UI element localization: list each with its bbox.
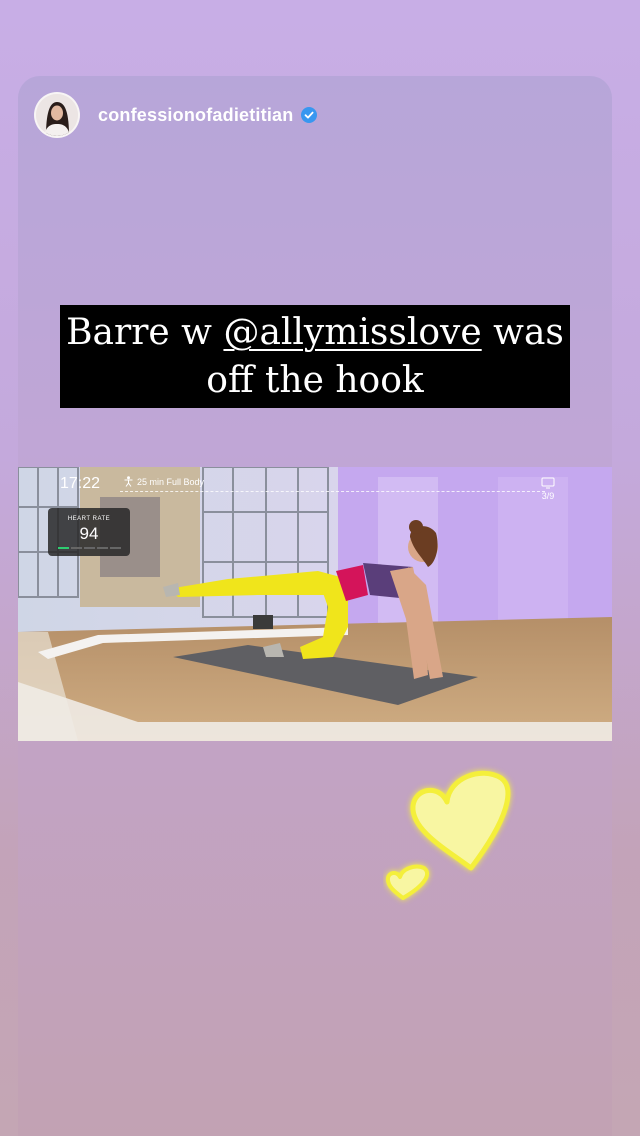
username[interactable]: confessionofadietitian xyxy=(98,105,293,126)
caption-line-2: off the hook xyxy=(206,360,424,401)
caption-line-1: Barre w @allymisslove was xyxy=(60,309,570,357)
class-title: 25 min Full Body xyxy=(124,476,204,487)
verified-badge-icon xyxy=(301,107,318,123)
heart-rate-value: 94 xyxy=(79,524,99,543)
class-name: 25 min Full Body xyxy=(137,476,205,487)
heart-rate-label: HEART RATE xyxy=(67,516,111,522)
screen-icon xyxy=(541,477,555,489)
person-icon xyxy=(124,476,133,487)
story-card: confessionofadietitian Barre w @allymiss… xyxy=(18,76,612,1136)
video-time: 17:22 xyxy=(60,475,101,492)
story-caption: Barre w @allymisslove was off the hook xyxy=(60,305,570,408)
avatar[interactable] xyxy=(34,92,80,138)
indicator-value: 3/9 xyxy=(541,491,555,501)
heart-rate-panel: HEART RATE 94 xyxy=(48,508,130,556)
story-header[interactable]: confessionofadietitian xyxy=(34,91,318,139)
progress-line xyxy=(120,491,545,493)
caption-text: was xyxy=(481,312,564,353)
mention-link[interactable]: @allymisslove xyxy=(223,312,481,353)
heart-rate-zone-bar xyxy=(48,547,130,549)
screen-indicator: 3/9 xyxy=(541,477,555,501)
workout-video-frame: 17:22 25 min Full Body 3/9 HEART RATE 94 xyxy=(18,467,612,741)
heart-sticker-icon[interactable] xyxy=(383,764,518,909)
caption-text: Barre w xyxy=(66,312,224,353)
